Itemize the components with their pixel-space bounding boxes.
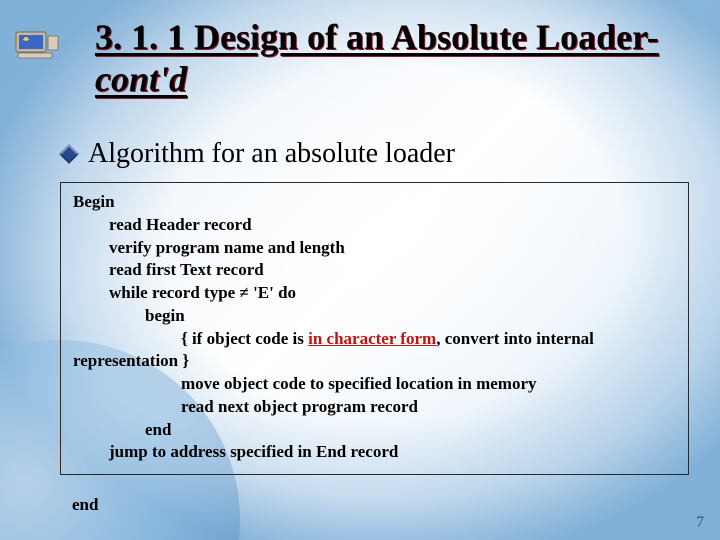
algo-line: read next object program record — [73, 396, 676, 419]
algo-text: 'E' do — [249, 283, 296, 302]
algo-text: while record type — [109, 283, 239, 302]
subhead-row: Algorithm for an absolute loader — [62, 138, 455, 170]
algo-text: { if object code is — [181, 329, 308, 348]
algo-line: read Header record — [73, 214, 676, 237]
subhead-text: Algorithm for an absolute loader — [88, 138, 455, 170]
algo-highlight: in character form — [308, 329, 436, 348]
algo-line: end — [73, 419, 676, 442]
algo-line: begin — [73, 305, 676, 328]
algo-line: representation } — [73, 350, 676, 373]
algo-line: { if object code is in character form, c… — [73, 328, 676, 351]
algorithm-box: Begin read Header record verify program … — [60, 182, 689, 475]
title-contd: cont'd — [95, 59, 187, 99]
title-dash: - — [647, 17, 659, 57]
algo-line: read first Text record — [73, 259, 676, 282]
algo-end: end — [72, 495, 98, 515]
algo-line: while record type ≠ 'E' do — [73, 282, 676, 305]
algo-line: move object code to specified location i… — [73, 373, 676, 396]
slide: 3. 1. 1 Design of an Absolute Loader- con… — [0, 0, 720, 540]
algo-line: verify program name and length — [73, 237, 676, 260]
algo-line: Begin — [73, 191, 676, 214]
algo-line: jump to address specified in End record — [73, 441, 676, 464]
algo-text: , convert into internal — [436, 329, 594, 348]
slide-title: 3. 1. 1 Design of an Absolute Loader- con… — [95, 16, 690, 101]
title-main: 3. 1. 1 Design of an Absolute Loader — [95, 17, 647, 57]
not-equal-icon: ≠ — [239, 283, 248, 302]
page-number: 7 — [696, 514, 704, 532]
diamond-bullet-icon — [59, 144, 79, 164]
computer-icon — [14, 26, 60, 60]
